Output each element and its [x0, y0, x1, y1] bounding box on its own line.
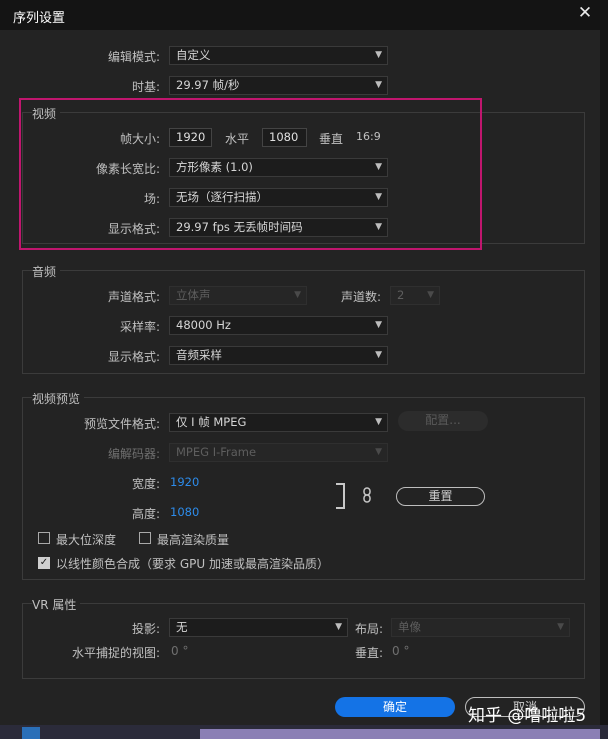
chevron-down-icon: ▼ — [375, 350, 382, 360]
watermark: 知乎 @噜啦啦5 — [468, 706, 587, 726]
layout-label: 布局: — [355, 622, 384, 636]
preview-height-value[interactable]: 1080 — [170, 505, 199, 519]
audio-display-format-label: 显示格式: — [107, 350, 160, 364]
codec-label: 编解码器: — [107, 447, 160, 461]
chevron-down-icon: ▼ — [557, 622, 564, 632]
link-bracket — [336, 483, 345, 509]
vr-vertical-label: 垂直: — [355, 646, 384, 660]
chevron-down-icon: ▼ — [335, 622, 342, 632]
chevron-down-icon: ▼ — [375, 447, 382, 457]
chevron-down-icon: ▼ — [375, 80, 382, 90]
close-icon[interactable]: ✕ — [575, 3, 595, 23]
dialog-title: 序列设置 — [13, 11, 66, 26]
background-clip — [200, 729, 600, 739]
vr-group — [22, 603, 585, 679]
projection-select[interactable]: 无 ▼ — [169, 618, 348, 637]
configure-button: 配置... — [398, 411, 488, 431]
timebase-label: 时基: — [131, 80, 160, 94]
channel-count-select: 2 ▼ — [390, 286, 440, 305]
highlight-box — [19, 98, 482, 250]
h-capture-label: 水平捕捉的视图: — [71, 646, 160, 660]
max-bit-depth-checkbox[interactable] — [38, 532, 50, 544]
video-preview-group-title: 视频预览 — [32, 390, 85, 407]
max-render-quality-checkbox[interactable] — [139, 532, 151, 544]
edit-mode-label: 编辑模式: — [107, 50, 160, 64]
vr-vertical-value: 0 ° — [392, 644, 410, 658]
chevron-down-icon: ▼ — [427, 290, 434, 300]
ok-button[interactable]: 确定 — [335, 697, 455, 717]
background-clip — [22, 727, 40, 739]
preview-width-value[interactable]: 1920 — [170, 475, 199, 489]
link-icon[interactable] — [362, 487, 372, 506]
projection-label: 投影: — [131, 622, 160, 636]
linear-color-label: 以线性颜色合成（要求 GPU 加速或最高渲染品质） — [56, 557, 329, 571]
timebase-select[interactable]: 29.97 帧/秒 ▼ — [169, 76, 388, 95]
preview-height-label: 高度: — [131, 507, 160, 521]
h-capture-value: 0 ° — [171, 644, 189, 658]
sequence-settings-dialog: 序列设置 ✕ 编辑模式: 自定义 ▼ 时基: 29.97 帧/秒 ▼ 视频 帧大小:… — [0, 0, 600, 739]
edit-mode-select[interactable]: 自定义 ▼ — [169, 46, 388, 65]
max-render-quality-label: 最高渲染质量 — [157, 533, 230, 547]
checkmark-icon: ✓ — [39, 557, 49, 568]
title-bar: 序列设置 ✕ — [0, 0, 600, 30]
chevron-down-icon: ▼ — [294, 290, 301, 300]
channel-format-label: 声道格式: — [107, 290, 160, 304]
reset-button[interactable]: 重置 — [396, 487, 485, 506]
chevron-down-icon: ▼ — [375, 50, 382, 60]
background-timeline-edge — [600, 0, 608, 739]
preview-file-format-select[interactable]: 仅 I 帧 MPEG ▼ — [169, 413, 388, 432]
audio-display-format-select[interactable]: 音频采样 ▼ — [169, 346, 388, 365]
preview-file-format-label: 预览文件格式: — [83, 417, 160, 431]
channel-count-label: 声道数: — [341, 290, 382, 304]
vr-group-title: VR 属性 — [32, 596, 81, 613]
layout-select: 单像 ▼ — [391, 618, 570, 637]
codec-select: MPEG I-Frame ▼ — [169, 443, 388, 462]
background-timeline-bottom — [0, 725, 608, 739]
channel-format-select: 立体声 ▼ — [169, 286, 307, 305]
sample-rate-label: 采样率: — [119, 320, 160, 334]
chevron-down-icon: ▼ — [375, 417, 382, 427]
max-bit-depth-label: 最大位深度 — [56, 533, 117, 547]
chevron-down-icon: ▼ — [375, 320, 382, 330]
linear-color-checkbox[interactable]: ✓ — [38, 557, 50, 569]
audio-group-title: 音频 — [32, 263, 61, 280]
preview-width-label: 宽度: — [131, 477, 160, 491]
sample-rate-select[interactable]: 48000 Hz ▼ — [169, 316, 388, 335]
